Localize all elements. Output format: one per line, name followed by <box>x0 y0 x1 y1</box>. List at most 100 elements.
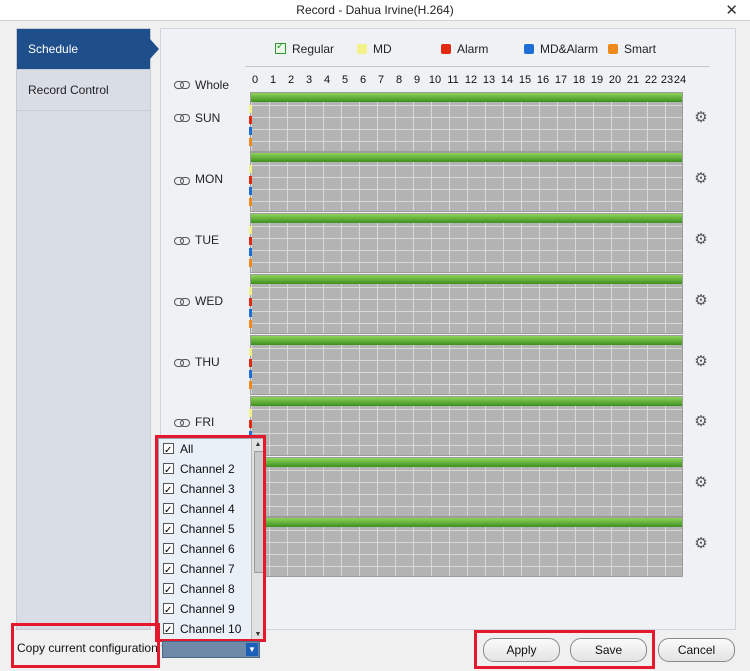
timeline-tue[interactable] <box>249 213 683 273</box>
channel-option[interactable]: Channel 5 <box>159 519 264 541</box>
link-icon[interactable] <box>174 113 190 123</box>
timeline-sun[interactable] <box>249 92 683 152</box>
regular-record-bar <box>251 397 682 406</box>
channel-option[interactable]: Channel 2 <box>159 459 264 481</box>
window-title: Record - Dahua Irvine(H.264) <box>296 3 454 17</box>
checkbox-icon[interactable] <box>163 581 174 601</box>
md-marker <box>249 287 252 295</box>
gear-icon[interactable]: ⚙ <box>694 110 708 125</box>
channel-option[interactable]: Channel 10 <box>159 619 264 641</box>
timeline-mon[interactable] <box>249 152 683 212</box>
md-alarm-swatch-icon <box>524 44 534 54</box>
cancel-button[interactable]: Cancel <box>658 638 735 662</box>
hour-label: 13 <box>482 74 496 86</box>
hour-label: 12 <box>464 74 478 86</box>
link-icon[interactable] <box>174 418 190 428</box>
md-marker <box>249 409 252 417</box>
checkbox-icon[interactable] <box>163 541 174 561</box>
channel-label: All <box>180 442 194 456</box>
hour-label: 19 <box>590 74 604 86</box>
timeline-wed[interactable] <box>249 274 683 334</box>
hour-label: 22 <box>644 74 658 86</box>
legend-md-alarm: MD&Alarm <box>524 42 598 56</box>
channel-label: Channel 6 <box>180 542 235 556</box>
timeline-thu[interactable] <box>249 335 683 395</box>
md-alarm-marker <box>249 187 252 195</box>
checkbox-icon[interactable] <box>163 501 174 521</box>
channel-option[interactable]: Channel 9 <box>159 599 264 621</box>
smart-marker <box>249 259 252 267</box>
md-alarm-marker <box>249 309 252 317</box>
day-label-tue: TUE <box>195 233 219 247</box>
link-icon[interactable] <box>174 176 190 186</box>
link-icon[interactable] <box>174 358 190 368</box>
checkbox-icon[interactable] <box>163 441 174 461</box>
checkbox-icon[interactable] <box>163 621 174 641</box>
channel-label: Channel 8 <box>180 582 235 596</box>
checkbox-icon[interactable] <box>163 521 174 541</box>
smart-marker <box>249 320 252 328</box>
legend-label: MD <box>373 42 392 56</box>
copy-config-label: Copy current configuration to <box>17 641 172 655</box>
gear-icon[interactable]: ⚙ <box>694 475 708 490</box>
alarm-marker <box>249 116 252 124</box>
save-button[interactable]: Save <box>570 638 647 662</box>
legend-alarm: Alarm <box>441 42 488 56</box>
gear-icon[interactable]: ⚙ <box>694 171 708 186</box>
checkbox-icon[interactable] <box>163 481 174 501</box>
link-icon[interactable] <box>174 297 190 307</box>
gear-icon[interactable]: ⚙ <box>694 293 708 308</box>
scroll-down-icon[interactable]: ▼ <box>253 630 263 640</box>
copy-target-select[interactable]: ▼ <box>162 641 260 658</box>
checkbox-icon[interactable] <box>163 601 174 621</box>
gear-icon[interactable]: ⚙ <box>694 414 708 429</box>
md-marker <box>249 165 252 173</box>
day-label-wed: WED <box>195 294 223 308</box>
channel-label: Channel 3 <box>180 482 235 496</box>
checkbox-icon[interactable] <box>163 461 174 481</box>
md-marker <box>249 348 252 356</box>
legend-label: Smart <box>624 42 657 56</box>
gear-icon[interactable]: ⚙ <box>694 536 708 551</box>
channel-option[interactable]: All <box>159 439 264 461</box>
checkbox-icon[interactable] <box>163 561 174 581</box>
hour-label: 5 <box>341 74 349 86</box>
scroll-thumb[interactable] <box>254 451 264 573</box>
channel-label: Channel 5 <box>180 522 235 536</box>
regular-record-bar <box>251 153 682 162</box>
timeline-fri[interactable] <box>249 396 683 456</box>
gear-icon[interactable]: ⚙ <box>694 232 708 247</box>
whole-label: Whole <box>195 78 230 92</box>
close-icon[interactable]: ✕ <box>725 1 738 19</box>
channel-dropdown-list[interactable]: All Channel 2 Channel 3 Channel 4 Channe… <box>158 438 265 642</box>
channel-option[interactable]: Channel 3 <box>159 479 264 501</box>
hour-label: 4 <box>323 74 331 86</box>
channel-option[interactable]: Channel 6 <box>159 539 264 561</box>
channel-option[interactable]: Channel 4 <box>159 499 264 521</box>
channel-option[interactable]: Channel 8 <box>159 579 264 601</box>
link-icon[interactable] <box>174 80 190 90</box>
sidebar-item-record-control[interactable]: Record Control <box>17 70 150 111</box>
chevron-down-icon[interactable]: ▼ <box>246 643 258 656</box>
hour-label: 17 <box>554 74 568 86</box>
apply-button[interactable]: Apply <box>483 638 560 662</box>
timeline-sat[interactable] <box>250 457 683 517</box>
hour-label: 0 <box>251 74 259 86</box>
sidebar-item-schedule[interactable]: Schedule <box>17 29 159 70</box>
timeline-holiday[interactable] <box>250 517 683 577</box>
legend-label: Regular <box>292 42 335 56</box>
gear-icon[interactable]: ⚙ <box>694 354 708 369</box>
hour-label: 20 <box>608 74 622 86</box>
link-icon[interactable] <box>174 236 190 246</box>
md-alarm-marker <box>249 248 252 256</box>
day-label-sun: SUN <box>195 111 221 125</box>
day-label-thu: THU <box>195 355 220 369</box>
legend-divider <box>245 66 710 67</box>
channel-option[interactable]: Channel 7 <box>159 559 264 581</box>
day-label-fri: FRI <box>195 415 215 429</box>
scrollbar[interactable]: ▲ ▼ <box>251 439 264 641</box>
scroll-up-icon[interactable]: ▲ <box>253 440 263 450</box>
alarm-marker <box>249 298 252 306</box>
md-marker <box>249 105 252 113</box>
check-box-icon <box>275 41 286 54</box>
